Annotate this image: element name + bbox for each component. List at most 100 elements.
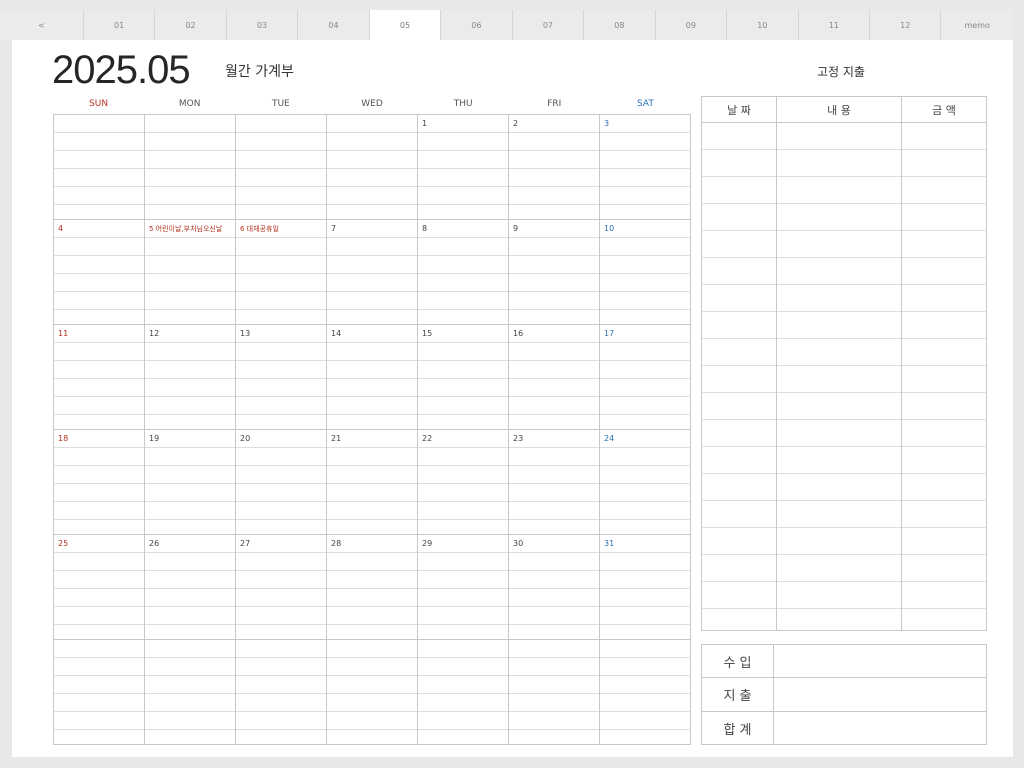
day-number: 18	[58, 434, 69, 443]
day-number: 4	[58, 224, 64, 233]
date-column[interactable]	[702, 123, 777, 630]
day-number: 1	[422, 119, 428, 128]
weekday-tue: TUE	[271, 99, 290, 109]
calendar-day-cell[interactable]: 28	[327, 535, 418, 640]
column-header-description: 내 용	[777, 97, 902, 122]
calendar-day-cell[interactable]: 25	[54, 535, 145, 640]
calendar-day-cell[interactable]: 31	[600, 535, 691, 640]
day-number: 26	[149, 539, 160, 548]
tab-month-08[interactable]: 08	[584, 10, 656, 40]
calendar-day-cell[interactable]: 21	[327, 430, 418, 535]
calendar-day-cell[interactable]: 26	[145, 535, 236, 640]
calendar-day-cell[interactable]: 17	[600, 325, 691, 430]
day-number: 9	[513, 224, 519, 233]
calendar-day-cell[interactable]: 5 어린이날,부처님오신날	[145, 220, 236, 325]
weekday-header: SUN MON TUE WED THU FRI SAT	[53, 99, 691, 113]
day-number: 10	[604, 224, 615, 233]
summary-row-total: 합 계	[702, 711, 986, 745]
tab-month-10[interactable]: 10	[727, 10, 799, 40]
day-number: 5 어린이날,부처님오신날	[149, 225, 223, 233]
calendar-day-cell[interactable]: 30	[509, 535, 600, 640]
tab-memo[interactable]: memo	[941, 10, 1013, 40]
column-header-date: 날 짜	[702, 97, 777, 122]
day-number: 13	[240, 329, 251, 338]
calendar-day-cell[interactable]: 20	[236, 430, 327, 535]
calendar-day-cell[interactable]: 27	[236, 535, 327, 640]
previous-tab-button[interactable]: <	[0, 10, 84, 40]
calendar-day-cell[interactable]: 3	[600, 115, 691, 220]
fixed-expense-body[interactable]	[702, 123, 986, 630]
summary-row-expense: 지 출	[702, 678, 986, 712]
calendar-day-cell[interactable]: 9	[509, 220, 600, 325]
tab-month-07[interactable]: 07	[512, 10, 585, 40]
calendar-day-cell[interactable]: 1	[418, 115, 509, 220]
calendar-day-cell[interactable]	[145, 115, 236, 220]
amount-column[interactable]	[902, 123, 986, 630]
tab-month-09[interactable]: 09	[655, 10, 728, 40]
calendar-day-cell[interactable]: 10	[600, 220, 691, 325]
column-header-amount: 금 액	[932, 103, 956, 117]
calendar-day-cell[interactable]	[600, 640, 691, 745]
day-number: 12	[149, 329, 160, 338]
calendar-day-cell[interactable]	[327, 115, 418, 220]
day-number: 21	[331, 434, 342, 443]
weekday-thu: THU	[453, 99, 473, 109]
calendar-week: 4 5 어린이날,부처님오신날 6 대체공휴일 7 8 9 10	[54, 220, 691, 325]
tab-month-05[interactable]: 05	[369, 10, 442, 40]
month-tab-bar: <01 02 03 04 05 06 07 08 09 10 11 12 memo	[0, 10, 1013, 40]
calendar-day-cell[interactable]: 19	[145, 430, 236, 535]
calendar-week: 18 19 20 21 22 23 24	[54, 430, 691, 535]
calendar-day-cell[interactable]: 22	[418, 430, 509, 535]
calendar-day-cell[interactable]	[509, 640, 600, 745]
calendar-day-cell[interactable]	[418, 640, 509, 745]
calendar-day-cell[interactable]	[236, 640, 327, 745]
total-label: 합 계	[702, 711, 774, 745]
calendar-day-cell[interactable]: 11	[54, 325, 145, 430]
tab-month-01[interactable]: 01	[83, 10, 156, 40]
description-column[interactable]	[777, 123, 902, 630]
calendar-day-cell[interactable]	[54, 640, 145, 745]
calendar-day-cell[interactable]: 2	[509, 115, 600, 220]
calendar-day-cell[interactable]: 14	[327, 325, 418, 430]
planner-page: 2025.05 월간 가계부 SUN MON TUE WED THU FRI SAT 123…	[12, 40, 1013, 757]
fixed-expense-title: 고정 지출	[817, 65, 865, 79]
income-value-cell[interactable]	[774, 645, 986, 677]
tab-month-11[interactable]: 11	[798, 10, 871, 40]
calendar-day-cell[interactable]: 8	[418, 220, 509, 325]
calendar-day-cell[interactable]: 6 대체공휴일	[236, 220, 327, 325]
day-number: 11	[58, 329, 69, 338]
day-number: 31	[604, 539, 615, 548]
day-number: 23	[513, 434, 524, 443]
calendar-day-cell[interactable]: 15	[418, 325, 509, 430]
tab-month-03[interactable]: 03	[226, 10, 299, 40]
calendar-day-cell[interactable]	[145, 640, 236, 745]
calendar-day-cell[interactable]	[327, 640, 418, 745]
calendar-day-cell[interactable]: 18	[54, 430, 145, 535]
calendar-day-cell[interactable]: 12	[145, 325, 236, 430]
calendar-day-cell[interactable]	[236, 115, 327, 220]
day-number: 19	[149, 434, 160, 443]
page-title: 2025.05	[52, 48, 191, 92]
calendar-day-cell[interactable]: 16	[509, 325, 600, 430]
calendar-day-cell[interactable]: 7	[327, 220, 418, 325]
page-subtitle: 월간 가계부	[225, 64, 294, 80]
summary-row-income: 수 입	[702, 645, 986, 679]
calendar-day-cell[interactable]: 29	[418, 535, 509, 640]
tab-month-04[interactable]: 04	[298, 10, 370, 40]
calendar-day-cell[interactable]: 23	[509, 430, 600, 535]
day-number: 16	[513, 329, 524, 338]
expense-value-cell[interactable]	[774, 678, 986, 710]
calendar-day-cell[interactable]: 4	[54, 220, 145, 325]
tab-month-12[interactable]: 12	[870, 10, 942, 40]
tab-month-02[interactable]: 02	[155, 10, 227, 40]
tab-month-06[interactable]: 06	[441, 10, 513, 40]
calendar-day-cell[interactable]: 13	[236, 325, 327, 430]
total-value-cell[interactable]	[774, 712, 986, 745]
weekday-mon: MON	[178, 99, 201, 109]
fixed-expense-header: 날 짜 내 용 금 액	[702, 97, 986, 123]
day-number: 8	[422, 224, 428, 233]
day-number: 7	[331, 224, 337, 233]
calendar-day-cell[interactable]: 24	[600, 430, 691, 535]
weekday-sun: SUN	[89, 99, 109, 109]
calendar-day-cell[interactable]	[54, 115, 145, 220]
